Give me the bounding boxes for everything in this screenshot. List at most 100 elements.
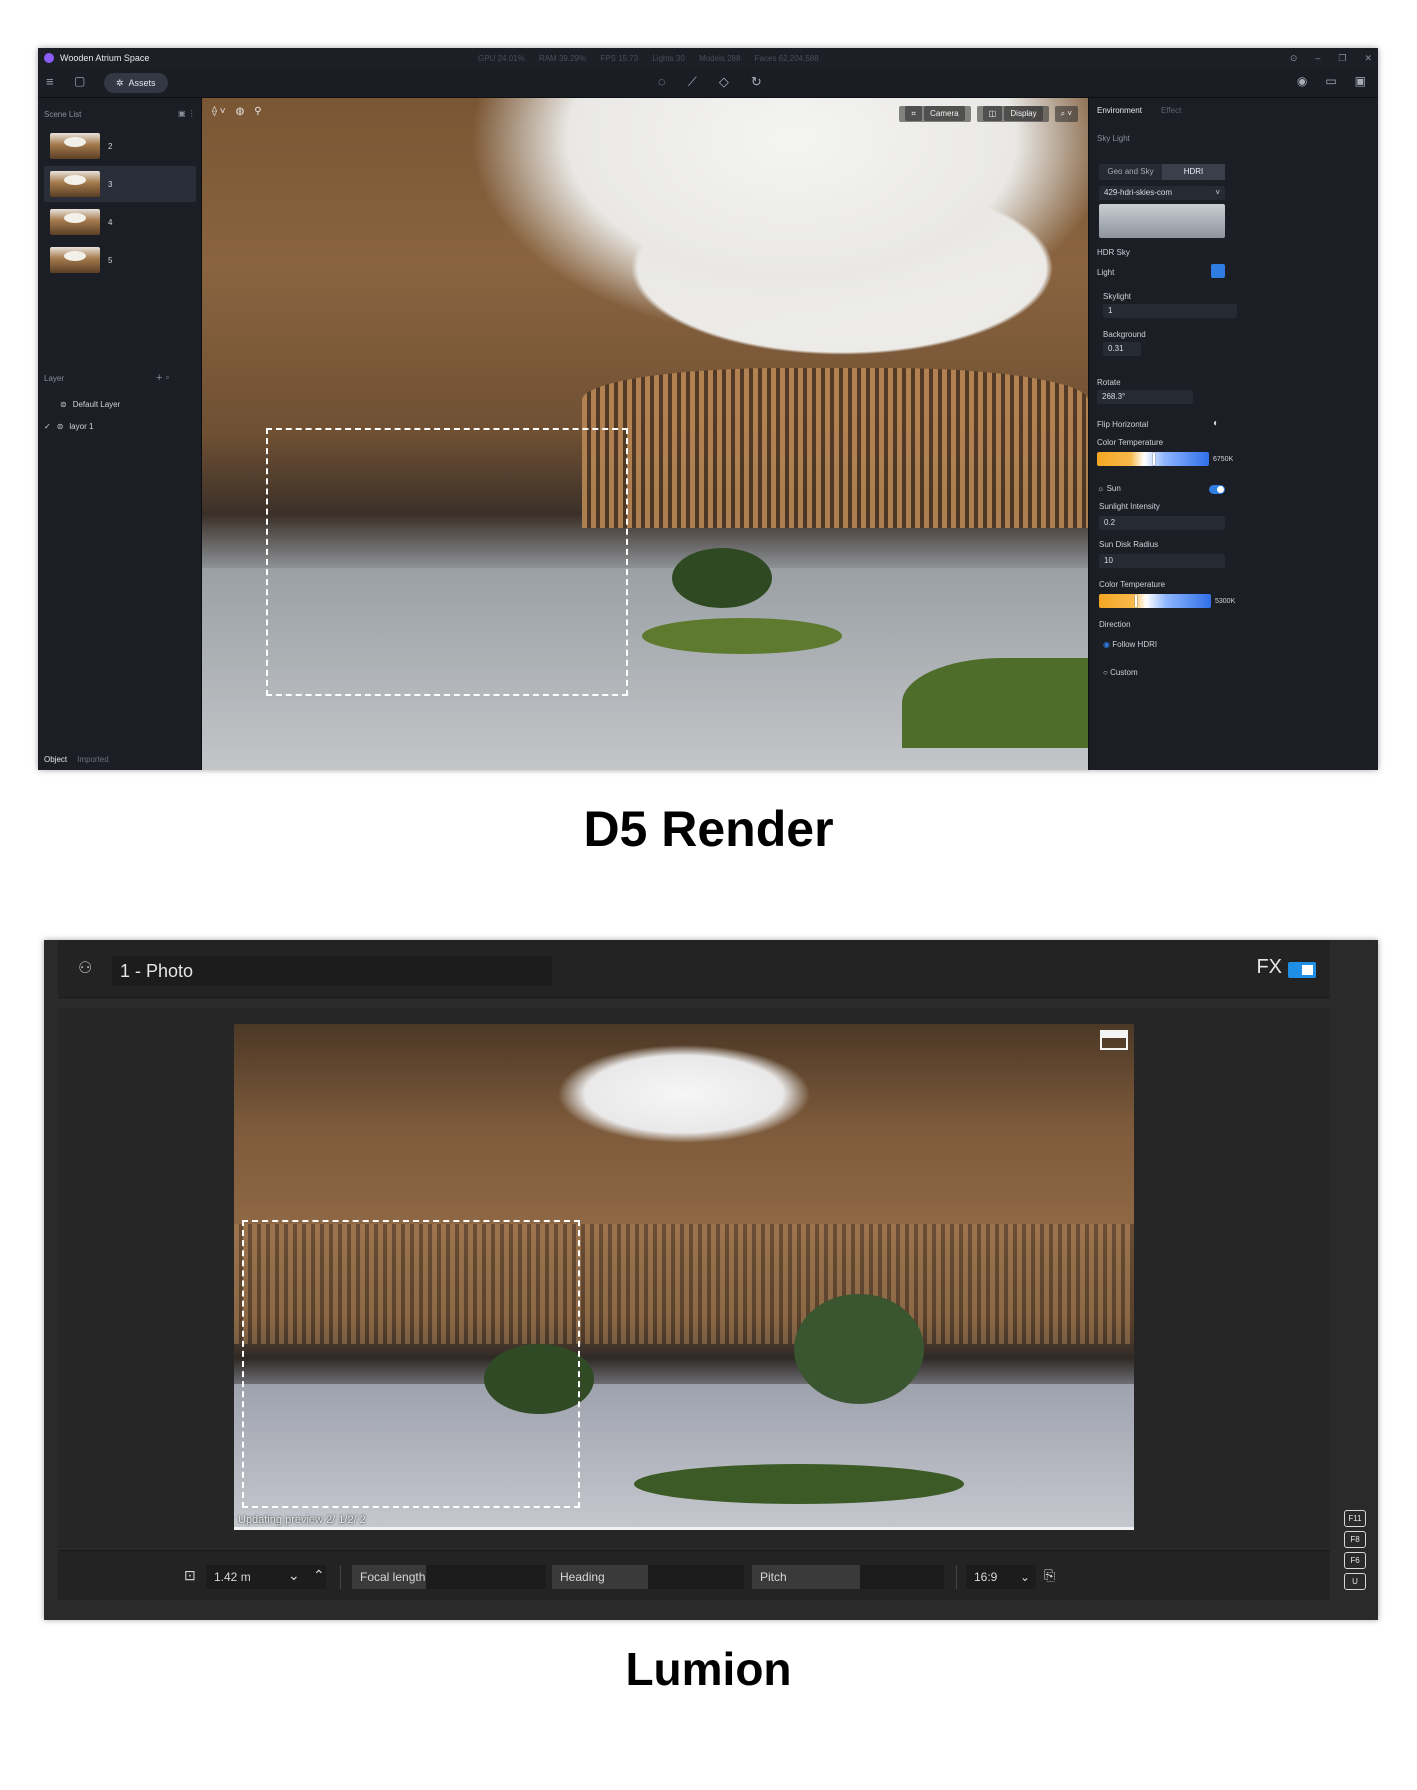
sky-opening [472, 98, 1088, 378]
radio-selected-icon: ◉ [1103, 640, 1110, 649]
light-label: Light [1097, 268, 1115, 277]
close-icon[interactable]: ✕ [1364, 53, 1372, 64]
lumion-preview[interactable]: Updating preview 2/ 1/2/ 2 [234, 1024, 1134, 1530]
transform-icon[interactable]: ⟠ ˅ [212, 106, 226, 117]
lumion-top-bar: ⚇ 1 - Photo FX [58, 940, 1330, 998]
inbox-icon[interactable]: ▣ [1355, 74, 1366, 88]
highlight-dashed-box [242, 1220, 580, 1508]
light-settings-icon[interactable] [1211, 264, 1225, 278]
background-field[interactable]: 0.31 [1103, 342, 1141, 356]
brush-icon[interactable]: ◇ [719, 74, 729, 90]
flip-toggle-icon[interactable]: ◐ [1213, 418, 1219, 429]
sunlight-intensity-field[interactable]: 0.2 [1099, 516, 1225, 530]
sun-label: Sun [1106, 484, 1121, 493]
snap-icon[interactable]: ⚲ [254, 106, 261, 117]
scene-item[interactable]: 2 [44, 128, 196, 164]
orientation-icon[interactable]: ⎘ [1044, 1567, 1055, 1584]
tab-effect[interactable]: Effect [1161, 106, 1181, 115]
rotate-icon[interactable]: ↻ [751, 74, 762, 90]
tab-imported[interactable]: Imported [77, 755, 109, 764]
heading-label: Heading [552, 1565, 648, 1589]
flip-horizontal-label: Flip Horizontal [1097, 420, 1149, 429]
fx-toggle[interactable] [1288, 962, 1316, 978]
minimize-icon[interactable]: – [1315, 53, 1320, 63]
models-stat: Models 288 [699, 53, 741, 63]
scene-item[interactable]: 4 [44, 204, 196, 240]
scene-thumbnail [50, 133, 100, 159]
layer-item[interactable]: ⊜ Default Layer [60, 400, 120, 409]
tab-object[interactable]: Object [44, 755, 67, 764]
chevron-down-icon[interactable]: ⌄ [288, 1567, 300, 1584]
photo-name-field[interactable]: 1 - Photo [112, 956, 552, 986]
color-temperature-bar[interactable] [1097, 452, 1209, 466]
follow-hdri-radio[interactable]: ◉ Follow HDRI [1103, 640, 1157, 649]
d5-stats-bar: GPU 24.01% RAM 39.29% FPS 15.73 Lights 3… [478, 54, 831, 63]
scene-item[interactable]: 5 [44, 242, 196, 278]
center-tools: ◌ ⟋ ◇ ↻ [658, 74, 762, 90]
photo-fx-icon[interactable]: ⚇ [78, 958, 92, 978]
pitch-label: Pitch [752, 1565, 860, 1589]
assets-label: Assets [128, 78, 156, 88]
video-icon[interactable]: ▭ [1325, 74, 1336, 88]
height-field[interactable]: 1.42 m [206, 1565, 326, 1589]
object-tabs: Object Imported [44, 755, 109, 764]
pitch-field[interactable] [860, 1565, 944, 1589]
layer-icon: ⊜ [60, 400, 67, 409]
d5-viewport[interactable]: ⟠ ˅ ◍ ⚲ ⌗ Camera ◫ Display ⌕ ˅ [202, 98, 1088, 770]
viewport-tools: ⟠ ˅ ◍ ⚲ [212, 106, 262, 117]
add-layer-icon[interactable]: + ◦ [156, 372, 169, 384]
fullscreen-icon[interactable] [1100, 1030, 1128, 1050]
fps-stat: FPS 15.73 [600, 53, 639, 63]
check-icon: ✓ [44, 422, 51, 431]
key-f11[interactable]: F11 [1344, 1510, 1366, 1527]
chevron-down-icon: ⌄ [1019, 1570, 1030, 1584]
scene-number: 2 [108, 141, 113, 151]
assets-button[interactable]: ✲ Assets [104, 73, 168, 93]
camera-button[interactable]: ⌗ Camera [899, 106, 971, 122]
document-icon[interactable]: ▢ [74, 74, 85, 88]
camera-icon[interactable]: ◉ [1297, 74, 1307, 88]
separator [956, 1565, 957, 1589]
focal-length-field[interactable] [426, 1565, 546, 1589]
display-button[interactable]: ◫ Display [976, 106, 1049, 122]
color-temperature-knob[interactable] [1153, 453, 1155, 465]
menu-icon[interactable]: ≡ [46, 74, 54, 89]
seg-hdri[interactable]: HDRI [1162, 164, 1225, 180]
camera-height-icon: ⊡ [184, 1567, 196, 1583]
scene-list-add-icon[interactable]: ▣ ⋮ [178, 109, 196, 118]
direction-label: Direction [1099, 620, 1131, 629]
tab-environment[interactable]: Environment [1097, 106, 1142, 115]
help-icon[interactable]: ⊙ [1290, 53, 1298, 64]
skylight-field[interactable]: 1 [1103, 304, 1237, 318]
scene-item-selected[interactable]: 3 [44, 166, 196, 202]
color-temperature-bar-2[interactable] [1099, 594, 1211, 608]
aspect-ratio-select[interactable]: 16:9 ⌄ [966, 1565, 1036, 1589]
restore-icon[interactable]: ❐ [1338, 53, 1346, 64]
globe-icon[interactable]: ◍ [236, 106, 245, 117]
scene-thumbnail [50, 247, 100, 273]
custom-radio[interactable]: ○ Custom [1103, 668, 1138, 677]
key-f8[interactable]: F8 [1344, 1531, 1366, 1548]
view-options-icon[interactable]: ⌕ ˅ [1054, 106, 1078, 122]
heading-field[interactable] [648, 1565, 744, 1589]
layer-item[interactable]: ✓ ⊜ layor 1 [44, 422, 93, 431]
scene-number: 5 [108, 255, 113, 265]
chevron-up-icon[interactable]: ⌃ [313, 1567, 325, 1584]
skylight-label: Skylight [1103, 292, 1132, 301]
sun-toggle[interactable] [1209, 485, 1225, 494]
scene-list-header: Scene List [44, 110, 82, 119]
sun-row: ☼ Sun [1097, 484, 1121, 493]
key-u[interactable]: U [1344, 1573, 1366, 1590]
sun-disk-radius-field[interactable]: 10 [1099, 554, 1225, 568]
right-tools: ◉ ▭ ▣ [1297, 74, 1366, 88]
key-f6[interactable]: F6 [1344, 1552, 1366, 1569]
light-bulb-icon[interactable]: ◌ [658, 74, 666, 90]
seg-geo-sky[interactable]: Geo and Sky [1099, 164, 1162, 180]
path-tool-icon[interactable]: ⟋ [688, 74, 697, 90]
hdri-select[interactable]: 429-hdri-skies-com ˅ [1099, 186, 1225, 200]
rotate-field[interactable]: 268.3° [1097, 390, 1193, 404]
gpu-stat: GPU 24.01% [478, 53, 525, 63]
sun-disk-radius-label: Sun Disk Radius [1099, 540, 1159, 549]
color-temperature-knob-2[interactable] [1135, 595, 1137, 607]
scene-thumbnail [50, 209, 100, 235]
